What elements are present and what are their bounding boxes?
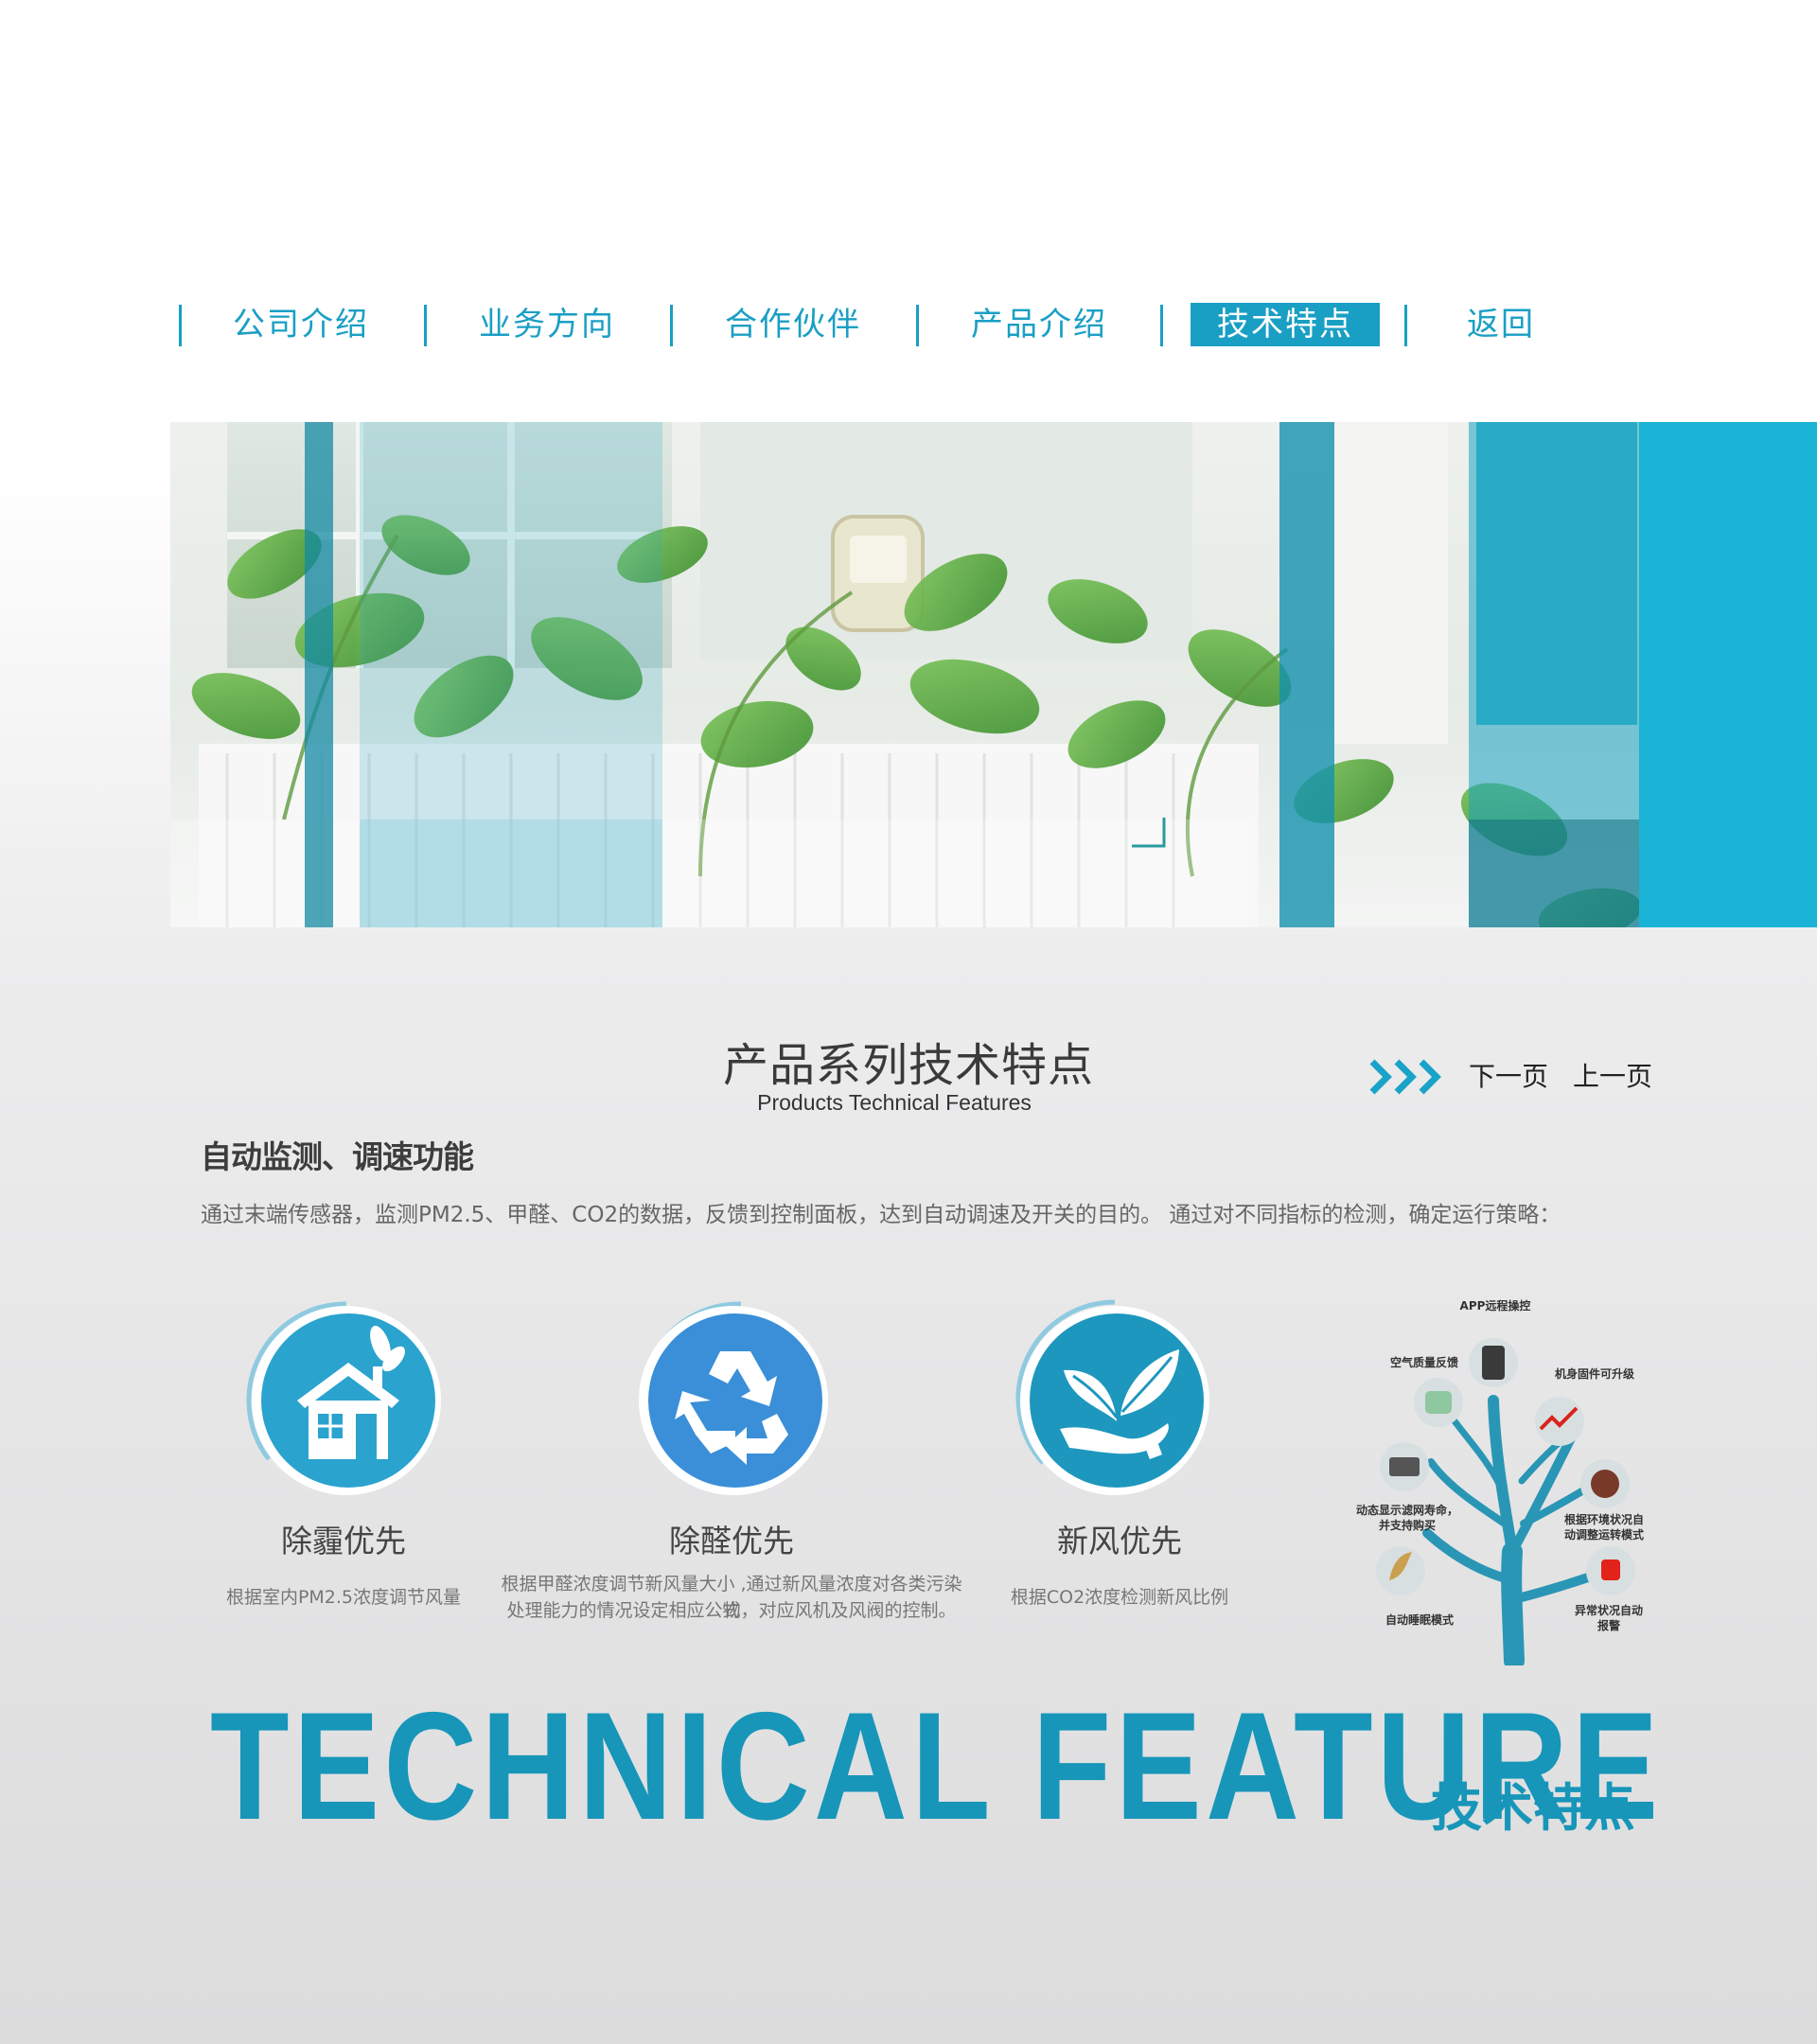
card-description: 根据CO2浓度检测新风比例: [1010, 1587, 1229, 1608]
tree-label-env-line-2: 动调整运转模式: [1563, 1528, 1644, 1542]
tree-label-env: 根据环境状况自 动调整运转模式: [1552, 1512, 1656, 1542]
top-nav: 公司介绍 业务方向 合作伙伴 产品介绍 技术特点 返回: [0, 295, 1817, 352]
tree-label-filter-line-1: 动态显示滤网寿命，: [1355, 1504, 1458, 1517]
nav-item-partners[interactable]: 合作伙伴: [698, 303, 888, 346]
card-title: 除霾优先: [281, 1523, 406, 1559]
feature-card-fresh-air: 新风优先 根据CO2浓度检测新风比例: [982, 1296, 1257, 1628]
feature-description: 通过末端传感器，监测PM2.5、甲醛、CO2的数据，反馈到控制面板，达到自动调速…: [201, 1203, 1561, 1227]
feature-tree-diagram: APP远程操控 空气质量反馈 机身固件可升级 动态显示滤网寿命， 并支持购买 根…: [1344, 1296, 1666, 1665]
technical-feature-title-cn: 技术特点: [1431, 1778, 1635, 1838]
recycle-icon: [639, 1301, 828, 1495]
card-title: 新风优先: [1057, 1523, 1182, 1559]
card-description-line-2: 处理能力的情况设定相应公式，对应风机及风阀的控制。: [506, 1600, 957, 1621]
nav-divider: [916, 305, 919, 346]
nav-item-products[interactable]: 产品介绍: [944, 303, 1134, 346]
prev-page-link[interactable]: 上一页: [1573, 1056, 1652, 1094]
section-subtitle: Products Technical Features: [757, 1090, 1032, 1115]
nav-divider: [424, 305, 427, 346]
tree-label-sleep: 自动睡眠模式: [1385, 1613, 1454, 1627]
feature-card-haze: 除霾优先 根据室内PM2.5浓度调节风量: [206, 1296, 481, 1628]
nav-item-business[interactable]: 业务方向: [452, 303, 642, 346]
tree-label-alarm-line-1: 异常状况自动: [1574, 1604, 1643, 1617]
hero-banner: [170, 422, 1817, 927]
leaf-hand-icon: [1015, 1299, 1209, 1495]
nav-item-tech-features[interactable]: 技术特点: [1191, 303, 1380, 346]
next-page-link[interactable]: 下一页: [1469, 1056, 1548, 1094]
nav-divider: [179, 305, 182, 346]
nav-item-back[interactable]: 返回: [1406, 303, 1596, 346]
tree-label-filter: 动态显示滤网寿命， 并支持购买: [1346, 1503, 1469, 1533]
card-title: 除醛优先: [669, 1523, 794, 1559]
nav-item-company[interactable]: 公司介绍: [206, 303, 396, 346]
tree-label-env-line-1: 根据环境状况自: [1563, 1513, 1644, 1526]
card-description: 根据室内PM2.5浓度调节风量: [225, 1587, 462, 1608]
tree-label-filter-line-2: 并支持购买: [1378, 1519, 1436, 1532]
tree-label-upgrade: 机身固件可升级: [1554, 1367, 1634, 1381]
tree-label-alarm: 异常状况自动 报警: [1561, 1603, 1656, 1633]
tree-label-app: APP远程操控: [1459, 1299, 1531, 1313]
tree-label-alarm-line-2: 报警: [1596, 1619, 1620, 1632]
tree-label-air: 空气质量反馈: [1389, 1356, 1458, 1369]
nav-divider: [670, 305, 673, 346]
chevron-right-triple-icon: [1369, 1059, 1441, 1095]
house-icon: [246, 1301, 441, 1495]
banner-plants-image: [170, 422, 1817, 927]
feature-card-formaldehyde: 除醛优先 根据甲醛浓度调节新风量大小 ,通过新风量浓度对各类污染物 处理能力的情…: [500, 1296, 963, 1628]
nav-divider: [1160, 305, 1163, 346]
feature-heading: 自动监测、调速功能: [201, 1138, 474, 1175]
